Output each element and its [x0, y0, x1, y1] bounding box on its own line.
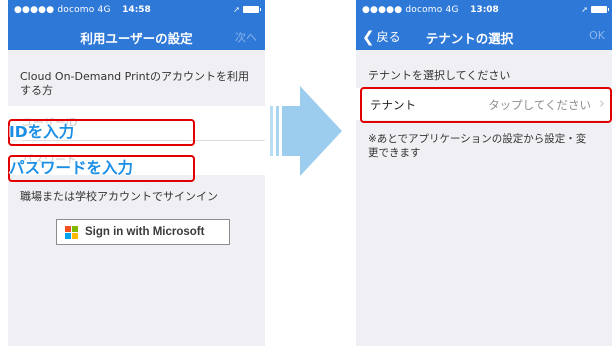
password-annotation: パスワードを入力	[9, 159, 134, 177]
next-button[interactable]: 次へ	[235, 29, 257, 45]
status-time: 13:08	[470, 5, 499, 15]
sign-in-with-microsoft-button[interactable]: Sign in with Microsoft	[56, 219, 230, 245]
account-section-header: Cloud On-Demand Printのアカウントを利用する方	[20, 70, 249, 97]
right-phone-screen: ●●●●● docomo 4G 13:08 ➚ ❮ 戻る テナントの選択 OK …	[356, 0, 612, 346]
microsoft-logo-icon	[65, 225, 78, 239]
status-bar: ●●●●● docomo 4G 14:58 ➚	[8, 0, 265, 20]
page-title: 利用ユーザーの設定	[80, 31, 193, 46]
ms-button-label: Sign in with Microsoft	[85, 226, 205, 238]
ok-button[interactable]: OK	[589, 29, 605, 42]
work-account-label: 職場または学校アカウントでサインイン	[20, 190, 218, 203]
id-annotation: IDを入力	[9, 123, 75, 141]
next-arrow-icon	[270, 86, 342, 176]
tenant-section-header: テナントを選択してください	[368, 69, 511, 82]
battery-icon	[591, 6, 609, 13]
location-icon: ➚	[233, 5, 240, 14]
battery-icon	[243, 6, 261, 13]
tenant-highlight-box	[360, 87, 612, 123]
page-title: テナントの選択	[425, 31, 514, 46]
settings-note: ※あとでアプリケーションの設定から設定・変更できます	[368, 133, 587, 159]
location-icon: ➚	[581, 5, 588, 14]
nav-bar: 利用ユーザーの設定 次へ	[8, 20, 265, 50]
nav-bar: ❮ 戻る テナントの選択 OK	[356, 20, 612, 50]
status-time: 14:58	[122, 5, 151, 15]
status-bar: ●●●●● docomo 4G 13:08 ➚	[356, 0, 612, 20]
